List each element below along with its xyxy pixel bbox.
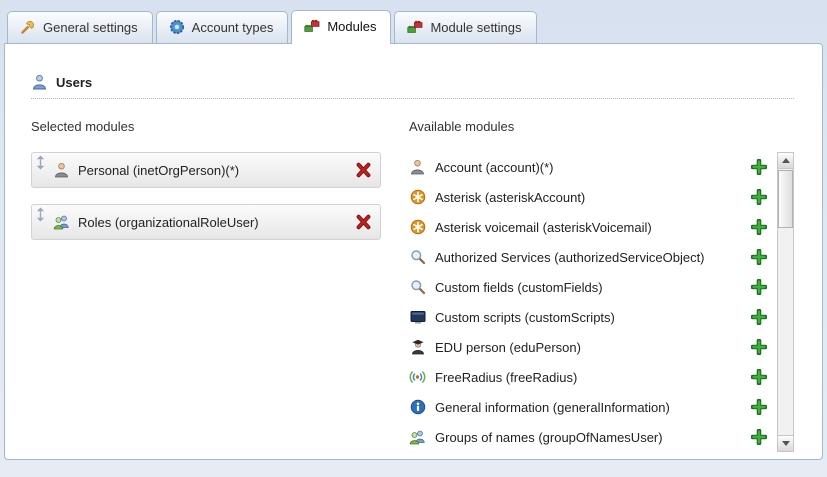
selected-modules-heading: Selected modules [31,119,381,134]
tab-account-types[interactable]: Account types [156,11,289,43]
available-module-row: EDU person (eduPerson) [409,332,767,362]
available-module-label: FreeRadius (freeRadius) [435,370,742,385]
asterisk-voicemail-icon [409,219,426,235]
selected-module-row[interactable]: Roles (organizationalRoleUser) [31,204,381,240]
available-module-row: Asterisk voicemail (asteriskVoicemail) [409,212,767,242]
available-module-label: Authorized Services (authorizedServiceOb… [435,250,742,265]
roles-group-icon [53,214,70,230]
tab-module-settings[interactable]: Module settings [394,11,536,43]
add-icon[interactable] [751,429,767,445]
add-icon[interactable] [751,219,767,235]
available-modules-list: Account (account)(*) [409,152,767,452]
add-icon[interactable] [751,339,767,355]
modules-panel: Users Selected modules [4,43,823,460]
tab-label: Module settings [430,20,521,35]
tab-label: General settings [43,20,138,35]
script-terminal-icon [409,309,426,325]
add-icon[interactable] [751,399,767,415]
delete-icon[interactable] [355,162,372,178]
available-module-row: Asterisk (asteriskAccount) [409,182,767,212]
available-module-row: Custom scripts (customScripts) [409,302,767,332]
tab-label: Modules [327,19,376,34]
scrollbar-thumb[interactable] [778,170,793,228]
add-icon[interactable] [751,159,767,175]
users-section-header: Users [31,74,794,99]
available-module-row: FreeRadius (freeRadius) [409,362,767,392]
drag-handle-icon[interactable] [36,207,45,222]
scrollbar-down-icon[interactable] [778,435,793,451]
edu-person-icon [409,339,426,355]
available-module-label: Account (account)(*) [435,160,742,175]
available-module-row: Groups of names (groupOfNamesUser) [409,422,767,452]
add-icon[interactable] [751,309,767,325]
available-module-label: Asterisk (asteriskAccount) [435,190,742,205]
scrollbar-track[interactable] [778,169,793,435]
section-title: Users [56,75,92,90]
drag-handle-icon[interactable] [36,155,45,170]
scrollbar[interactable] [777,152,794,452]
available-module-label: Custom scripts (customScripts) [435,310,742,325]
add-icon[interactable] [751,189,767,205]
selected-module-row[interactable]: Personal (inetOrgPerson)(*) [31,152,381,188]
tab-general-settings[interactable]: General settings [7,11,153,43]
available-module-label: Custom fields (customFields) [435,280,742,295]
available-module-label: Groups of names (groupOfNamesUser) [435,430,742,445]
badge-icon [169,19,185,35]
magnifier-icon [409,279,426,295]
module-settings-icon [407,19,423,35]
wrench-icon [20,19,36,35]
available-module-row: General information (generalInformation) [409,392,767,422]
available-module-label: Asterisk voicemail (asteriskVoicemail) [435,220,742,235]
account-icon [409,159,426,175]
available-module-row: Account (account)(*) [409,152,767,182]
tab-bar: General settings Account types Modules [0,0,827,43]
tab-label: Account types [192,20,274,35]
available-module-label: EDU person (eduPerson) [435,340,742,355]
available-module-label: General information (generalInformation) [435,400,742,415]
magnifier-icon [409,249,426,265]
available-module-row: Custom fields (customFields) [409,272,767,302]
info-icon [409,399,426,415]
available-module-row: Authorized Services (authorizedServiceOb… [409,242,767,272]
selected-module-label: Personal (inetOrgPerson)(*) [78,163,347,178]
modules-icon [304,18,320,34]
user-icon [31,74,48,90]
group-icon [409,429,426,445]
asterisk-icon [409,189,426,205]
scrollbar-up-icon[interactable] [778,153,793,169]
selected-modules-column: Selected modules Personal (inetOrgPerso [31,119,381,452]
add-icon[interactable] [751,279,767,295]
available-modules-column: Available modules Account (account)(*) [409,119,794,452]
person-icon [53,162,70,178]
add-icon[interactable] [751,369,767,385]
available-modules-heading: Available modules [409,119,794,134]
add-icon[interactable] [751,249,767,265]
tab-modules[interactable]: Modules [291,10,391,44]
selected-module-label: Roles (organizationalRoleUser) [78,215,347,230]
delete-icon[interactable] [355,214,372,230]
radio-antenna-icon [409,369,426,385]
